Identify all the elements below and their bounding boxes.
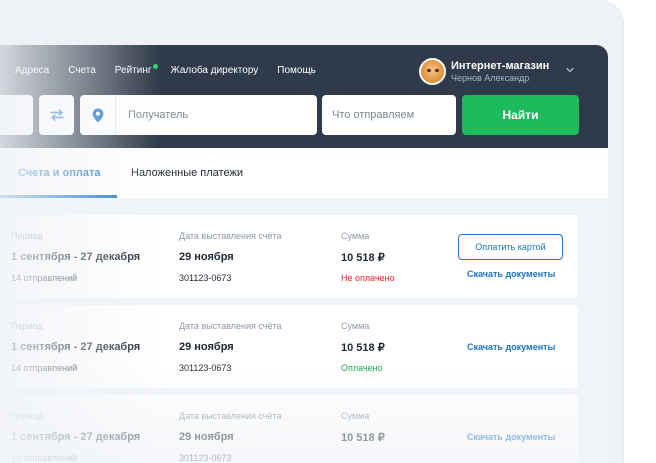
issue-date-value: 29 ноября (179, 251, 234, 263)
issue-date-value: 29 ноября (179, 341, 234, 353)
nav-item-addresses[interactable]: Адреса (15, 65, 49, 76)
invoice-number: 301123-0673 (179, 273, 232, 283)
shipment-type-input[interactable] (322, 109, 446, 121)
status-badge: Не оплачено (341, 273, 395, 283)
avatar (419, 57, 446, 85)
issue-date-label: Дата выставления счёта (179, 321, 282, 331)
tab-invoices-payment[interactable]: Счета и оплата (0, 148, 117, 198)
nav-item-rating[interactable]: Рейтинг (114, 63, 158, 76)
download-documents-link[interactable]: Скачать документы (467, 432, 555, 442)
user-person-name: Чернов Александр (451, 72, 530, 83)
amount-value: 10 518 ₽ (341, 342, 385, 354)
amount-label: Сумма (341, 321, 370, 331)
swap-button[interactable] (39, 95, 74, 135)
app-screen: Адреса Счета Рейтинг Жалоба директору По… (0, 45, 608, 463)
shipment-type-field (322, 95, 456, 135)
shipments-count: 14 отправлений (11, 363, 78, 373)
swap-arrows-icon (49, 109, 64, 121)
period-label: Период (11, 231, 43, 241)
shipments-count: 14 отправлений (11, 273, 78, 283)
tab-cod-payments[interactable]: Наложенные платежи (131, 148, 243, 198)
amount-value: 10 518 ₽ (341, 252, 385, 264)
nav-item-complaint[interactable]: Жалоба директору (171, 65, 259, 76)
status-badge: Оплачено (341, 363, 383, 373)
period-value: 1 сентября - 27 декабря (11, 251, 141, 263)
amount-value: 10 518 ₽ (341, 432, 385, 444)
pay-by-card-button[interactable]: Оплатить картой (458, 234, 563, 260)
top-header: Адреса Счета Рейтинг Жалоба директору По… (0, 45, 608, 148)
download-documents-link[interactable]: Скачать документы (467, 269, 555, 279)
amount-label: Сумма (341, 411, 370, 421)
find-button[interactable]: Найти (462, 95, 579, 135)
tabs-bar: Счета и оплата Наложенные платежи (0, 148, 608, 198)
period-value: 1 сентября - 27 декабря (11, 341, 141, 353)
user-company-name: Интернет-магазин (451, 59, 550, 72)
period-value: 1 сентября - 27 декабря (11, 431, 141, 443)
user-info: Интернет-магазин Чернов Александр (451, 60, 549, 83)
location-pin-icon (92, 108, 103, 122)
invoice-card: Период 1 сентября - 27 декабря 14 отправ… (0, 395, 578, 463)
invoice-card: Период 1 сентября - 27 декабря 14 отправ… (0, 305, 578, 388)
invoice-card: Период 1 сентября - 27 декабря 14 отправ… (0, 215, 578, 298)
nav-item-rating-label: Рейтинг (114, 64, 152, 76)
invoice-number: 301123-0673 (179, 363, 232, 373)
location-button[interactable] (80, 95, 116, 135)
shipments-count: 14 отправлений (11, 453, 78, 463)
download-documents-link[interactable]: Скачать документы (467, 342, 555, 352)
notification-dot (152, 63, 158, 69)
amount-label: Сумма (341, 231, 370, 241)
recipient-input[interactable] (116, 109, 306, 121)
search-bar: Найти (0, 95, 608, 135)
nav-item-help[interactable]: Помощь (277, 65, 316, 76)
issue-date-label: Дата выставления счёта (179, 231, 282, 241)
issue-date-value: 29 ноября (179, 431, 234, 443)
recipient-field (80, 95, 317, 135)
chevron-down-icon[interactable] (566, 66, 574, 74)
nav-item-invoices[interactable]: Счета (68, 65, 96, 76)
user-menu[interactable]: Интернет-магазин Чернов Александр (419, 57, 549, 85)
invoice-number: 301123-0673 (179, 453, 232, 463)
period-label: Период (11, 321, 43, 331)
issue-date-label: Дата выставления счёта (179, 411, 282, 421)
sender-field[interactable] (0, 95, 33, 135)
period-label: Период (11, 411, 43, 421)
main-nav: Адреса Счета Рейтинг Жалоба директору По… (0, 45, 335, 95)
